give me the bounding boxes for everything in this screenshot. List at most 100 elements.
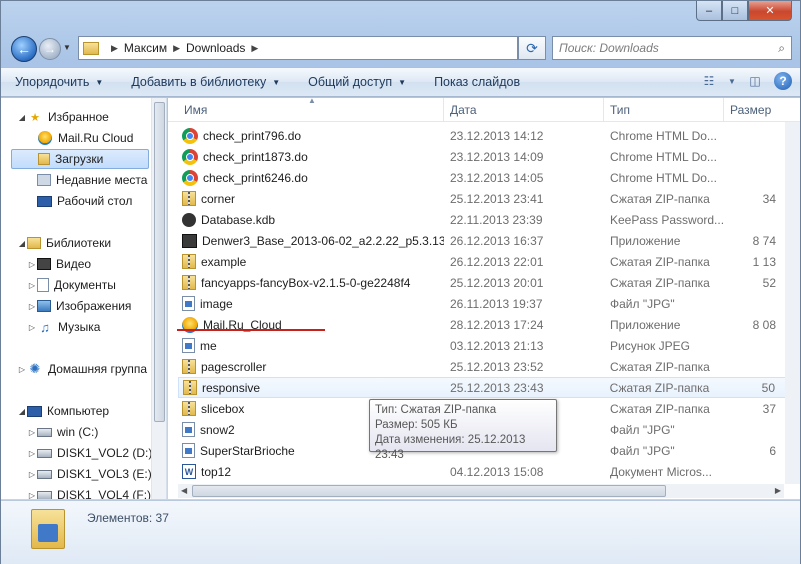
expand-icon[interactable]: ▷ bbox=[17, 365, 27, 374]
file-type: Chrome HTML Do... bbox=[610, 170, 717, 185]
file-name-cell: check_print796.do bbox=[178, 127, 444, 144]
chevron-down-icon: ▼ bbox=[95, 77, 104, 87]
column-header-type[interactable]: Тип bbox=[604, 98, 724, 122]
nav-homegroup[interactable]: ▷ ✺ Домашняя группа bbox=[17, 359, 166, 379]
nav-computer[interactable]: ◢ Компьютер bbox=[17, 401, 166, 421]
computer-icon bbox=[27, 405, 42, 417]
minimize-button[interactable]: – bbox=[696, 1, 722, 21]
file-row[interactable]: image 26.11.2013 19:37 Файл "JPG" bbox=[178, 293, 790, 314]
nav-libraries[interactable]: ◢ Библиотеки bbox=[17, 233, 166, 253]
nav-drive-c[interactable]: ▷ win (C:) bbox=[27, 422, 166, 442]
nav-scrollbar[interactable] bbox=[151, 98, 166, 499]
file-row[interactable]: check_print796.do 23.12.2013 14:12 Chrome … bbox=[178, 125, 790, 146]
expand-icon[interactable]: ▷ bbox=[27, 428, 37, 437]
file-row[interactable]: Database.kdb 22.11.2013 23:39 KeePass Pass… bbox=[178, 209, 790, 230]
file-date: 26.11.2013 19:37 bbox=[450, 296, 543, 311]
column-header-name-label: Имя bbox=[184, 103, 208, 117]
nav-drive-f[interactable]: ▷ DISK1_VOL4 (F:) bbox=[27, 485, 166, 500]
forward-button[interactable]: → bbox=[39, 38, 61, 60]
share-menu[interactable]: Общий доступ ▼ bbox=[294, 68, 420, 96]
preview-pane-icon[interactable]: ◫ bbox=[746, 72, 764, 90]
nav-item-label: Загрузки bbox=[55, 152, 104, 166]
file-row[interactable]: Denwer3_Base_2013-06-02_a2.2.22_p5.3.13.… bbox=[178, 230, 790, 251]
file-row[interactable]: pagescroller 25.12.2013 23:52 Сжатая ZIP-п… bbox=[178, 356, 790, 377]
file-row[interactable]: check_print1873.do 23.12.2013 14:09 Chrome… bbox=[178, 146, 790, 167]
column-header-name[interactable]: ▲ Имя bbox=[168, 98, 444, 122]
tooltip-size: Размер: 505 КБ bbox=[375, 419, 458, 431]
nav-item-desktop[interactable]: Рабочий стол bbox=[37, 191, 166, 211]
back-button[interactable]: ← bbox=[11, 36, 37, 62]
address-bar[interactable]: ▶ Максим ▶ Downloads ▶ bbox=[78, 36, 518, 60]
file-row[interactable]: Wtop12 04.12.2013 15:08 Документ Micros... bbox=[178, 461, 790, 482]
refresh-button[interactable]: ⟳ bbox=[518, 36, 546, 60]
file-date: 04.12.2013 15:08 bbox=[450, 464, 544, 479]
expand-icon[interactable]: ▷ bbox=[27, 302, 37, 311]
expand-icon[interactable]: ▷ bbox=[27, 260, 37, 269]
expand-icon[interactable]: ▷ bbox=[27, 323, 37, 332]
add-to-library-menu[interactable]: Добавить в библиотеку ▼ bbox=[117, 68, 294, 96]
expand-icon[interactable]: ◢ bbox=[17, 407, 27, 416]
file-size: 8 74 bbox=[752, 233, 776, 248]
list-horizontal-scrollbar[interactable]: ◀ ▶ bbox=[178, 484, 784, 498]
column-headers: ▲ Имя Дата Тип Размер bbox=[168, 98, 800, 122]
file-type: Приложение bbox=[610, 317, 681, 332]
file-row[interactable]: responsive 25.12.2013 23:43 Сжатая ZIP-пап… bbox=[178, 377, 790, 398]
maximize-button[interactable]: □ bbox=[722, 1, 748, 21]
scroll-left-icon[interactable]: ◀ bbox=[181, 486, 187, 495]
breadcrumb-downloads[interactable]: Downloads bbox=[186, 41, 245, 55]
nav-item-documents[interactable]: ▷ Документы bbox=[27, 275, 166, 295]
help-icon[interactable]: ? bbox=[774, 72, 792, 90]
expand-icon[interactable]: ▷ bbox=[27, 470, 37, 479]
column-header-size[interactable]: Размер bbox=[724, 98, 800, 122]
image-file-icon bbox=[182, 422, 195, 437]
file-name: snow2 bbox=[200, 422, 235, 437]
column-header-date[interactable]: Дата bbox=[444, 98, 604, 122]
organize-menu[interactable]: Упорядочить ▼ bbox=[1, 68, 117, 96]
nav-item-recent-places[interactable]: Недавние места bbox=[37, 170, 166, 190]
zip-folder-icon bbox=[182, 401, 196, 416]
chrome-icon bbox=[182, 148, 198, 165]
chevron-right-icon[interactable]: ▶ bbox=[111, 43, 118, 54]
file-row[interactable]: me 03.12.2013 21:13 Рисунок JPEG bbox=[178, 335, 790, 356]
chevron-down-icon[interactable]: ▼ bbox=[728, 72, 736, 90]
breadcrumb-maksim[interactable]: Максим bbox=[124, 41, 167, 55]
nav-item-downloads[interactable]: Загрузки bbox=[11, 149, 149, 169]
file-type: Chrome HTML Do... bbox=[610, 128, 717, 143]
horizontal-scrollbar-thumb[interactable] bbox=[192, 485, 666, 497]
nav-item-pictures[interactable]: ▷ Изображения bbox=[27, 296, 166, 316]
list-vertical-scrollbar[interactable] bbox=[785, 122, 800, 484]
nav-item-mailru-cloud[interactable]: Mail.Ru Cloud bbox=[37, 128, 166, 148]
nav-scrollbar-thumb[interactable] bbox=[154, 102, 165, 422]
expand-icon[interactable]: ▷ bbox=[27, 281, 37, 290]
nav-favorites[interactable]: ◢ ★ Избранное bbox=[17, 107, 166, 127]
file-row[interactable]: Mail.Ru_Cloud 28.12.2013 17:24 Приложение 8… bbox=[178, 314, 790, 335]
search-input[interactable]: Поиск: Downloads ⌕ bbox=[552, 36, 792, 60]
file-name-cell: check_print6246.do bbox=[178, 169, 444, 186]
drive-icon bbox=[37, 469, 52, 479]
expand-icon[interactable]: ◢ bbox=[17, 239, 27, 248]
column-header-type-label: Тип bbox=[610, 103, 631, 117]
nav-item-music[interactable]: ▷ ♫ Музыка bbox=[27, 317, 166, 337]
file-row[interactable]: example 26.12.2013 22:01 Сжатая ZIP-папка 1… bbox=[178, 251, 790, 272]
expand-icon[interactable]: ▷ bbox=[27, 491, 37, 500]
close-button[interactable]: ✕ bbox=[748, 1, 792, 21]
nav-homegroup-label: Домашняя группа bbox=[48, 362, 148, 376]
file-row[interactable]: check_print6246.do 23.12.2013 14:05 Chrome… bbox=[178, 167, 790, 188]
file-type: Документ Micros... bbox=[610, 464, 712, 479]
nav-item-video[interactable]: ▷ Видео bbox=[27, 254, 166, 274]
view-options-icon[interactable]: ☷ bbox=[700, 72, 718, 90]
video-icon bbox=[37, 258, 51, 270]
slideshow-button[interactable]: Показ слайдов bbox=[420, 68, 534, 96]
nav-drive-d[interactable]: ▷ DISK1_VOL2 (D:) bbox=[27, 443, 166, 463]
history-dropdown-icon[interactable]: ▼ bbox=[63, 43, 71, 52]
expand-icon[interactable]: ◢ bbox=[17, 113, 27, 122]
chevron-right-icon[interactable]: ▶ bbox=[173, 43, 180, 54]
chevron-right-icon[interactable]: ▶ bbox=[251, 43, 258, 54]
details-pane: Элементов: 37 bbox=[1, 500, 800, 564]
scroll-right-icon[interactable]: ▶ bbox=[775, 486, 781, 495]
file-row[interactable]: fancyapps-fancyBox-v2.1.5-0-ge2248f4 25.1… bbox=[178, 272, 790, 293]
nav-drive-e[interactable]: ▷ DISK1_VOL3 (E:) bbox=[27, 464, 166, 484]
file-row[interactable]: corner 25.12.2013 23:41 Сжатая ZIP-папка 34 bbox=[178, 188, 790, 209]
expand-icon[interactable]: ▷ bbox=[27, 449, 37, 458]
mailru-cloud-icon bbox=[37, 131, 53, 145]
